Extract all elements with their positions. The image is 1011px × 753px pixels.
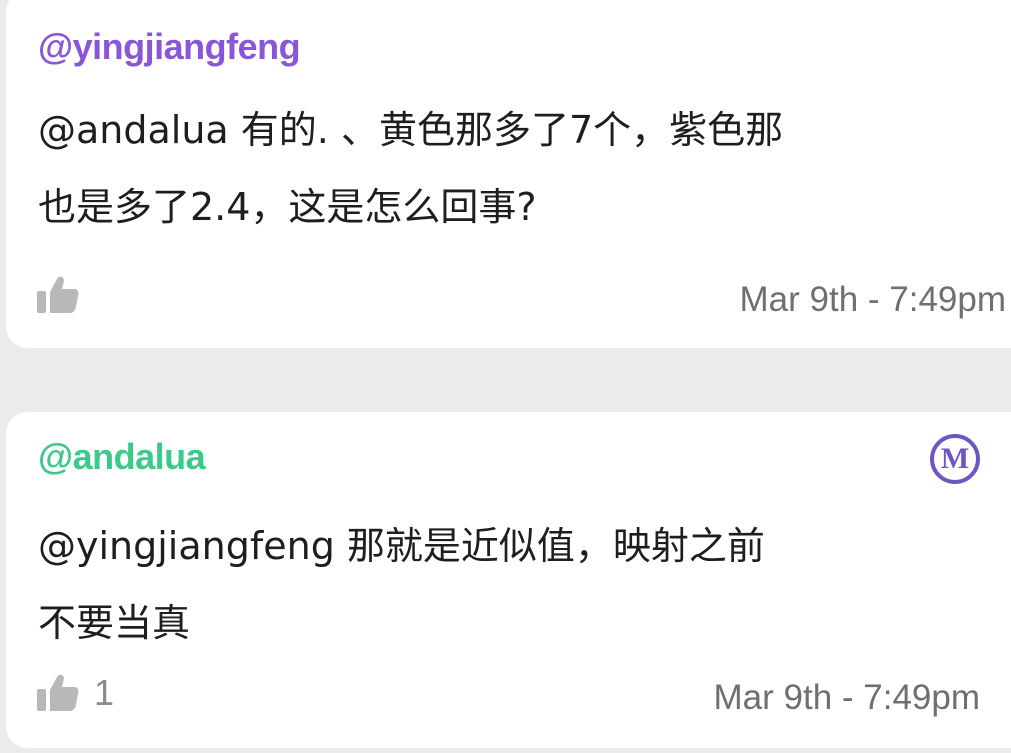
- like-button[interactable]: 1: [36, 672, 114, 714]
- comment-card: @yingjiangfeng @andalua 有的. 、黄色那多了7个，紫色那…: [6, 0, 1011, 348]
- like-button[interactable]: [36, 276, 94, 314]
- comment-card: @andalua M @yingjiangfeng 那就是近似值，映射之前 不要…: [6, 412, 1011, 748]
- comment-body-line: 不要当真: [38, 601, 191, 645]
- comment-body-line: @yingjiangfeng 那就是近似值，映射之前: [38, 524, 765, 568]
- moderator-badge: M: [930, 434, 980, 484]
- comment-timestamp: Mar 9th - 7:49pm: [713, 678, 981, 717]
- comment-author[interactable]: @andalua: [38, 436, 206, 478]
- comment-author[interactable]: @yingjiangfeng: [38, 26, 301, 68]
- comment-body-line: @andalua 有的. 、黄色那多了7个，紫色那: [38, 108, 784, 152]
- comment-timestamp: Mar 9th - 7:49pm: [739, 280, 1007, 319]
- comment-body: @andalua 有的. 、黄色那多了7个，紫色那 也是多了2.4，这是怎么回事…: [38, 92, 978, 246]
- thumbs-up-icon: [36, 674, 80, 712]
- comment-body-line: 也是多了2.4，这是怎么回事?: [38, 185, 537, 229]
- thumbs-up-icon: [36, 276, 80, 314]
- comment-body: @yingjiangfeng 那就是近似值，映射之前 不要当真: [38, 508, 978, 662]
- like-count: 1: [94, 672, 115, 713]
